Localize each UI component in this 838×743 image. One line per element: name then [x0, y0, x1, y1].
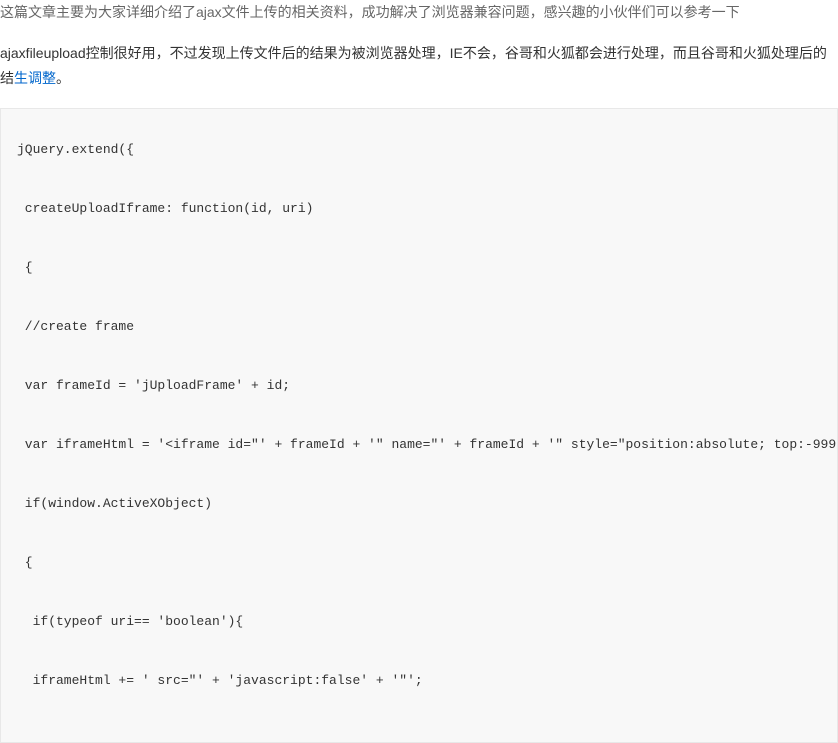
code-line: iframeHtml += ' src="' + 'javascript:fal…: [17, 671, 821, 691]
article-intro: 这篇文章主要为大家详细介绍了ajax文件上传的相关资料，成功解决了浏览器兼容问题…: [0, 0, 838, 25]
link-adjustment[interactable]: 生调整: [14, 70, 56, 86]
code-line: {: [17, 258, 821, 278]
code-line: jQuery.extend({: [17, 140, 821, 160]
code-line: if(typeof uri== 'boolean'){: [17, 612, 821, 632]
description-text-suffix: 。: [56, 70, 70, 86]
code-line: {: [17, 553, 821, 573]
code-line: //create frame: [17, 317, 821, 337]
article-description: ajaxfileupload控制很好用，不过发现上传文件后的结果为被浏览器处理，…: [0, 41, 838, 91]
code-block: jQuery.extend({ createUploadIframe: func…: [0, 108, 838, 743]
code-line: createUploadIframe: function(id, uri): [17, 199, 821, 219]
code-line: if(window.ActiveXObject): [17, 494, 821, 514]
code-line: var iframeHtml = '<iframe id="' + frameI…: [17, 435, 821, 455]
code-line: var frameId = 'jUploadFrame' + id;: [17, 376, 821, 396]
description-text-prefix: ajaxfileupload控制很好用，不过发现上传文件后的结果为被浏览器处理，…: [0, 45, 827, 86]
